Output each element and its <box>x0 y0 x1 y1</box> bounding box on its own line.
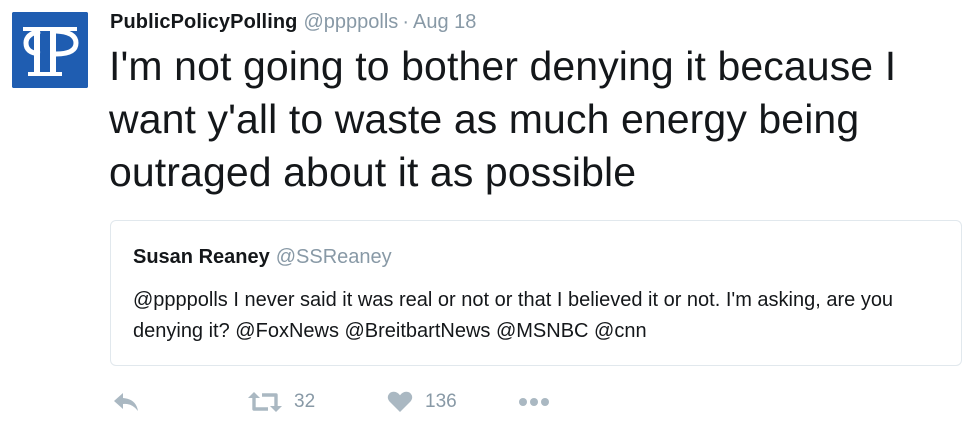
author-handle[interactable]: @ppppolls <box>304 11 399 33</box>
retweet-count: 32 <box>294 391 316 412</box>
quoted-tweet-text: @ppppolls I never said it was real or no… <box>133 289 894 342</box>
tweet: PublicPolicyPolling @ppppolls · Aug 18 I'm … <box>0 0 980 425</box>
quoted-tweet-header: Susan Reaney @SSReaney <box>133 245 392 269</box>
more-dots-icon <box>519 398 549 406</box>
quoted-author-name: Susan Reaney <box>133 246 270 268</box>
tweet-header: PublicPolicyPolling @ppppolls · Aug 18 <box>110 10 476 34</box>
quoted-tweet[interactable]: Susan Reaney @SSReaney @ppppolls I never … <box>110 220 962 366</box>
avatar[interactable] <box>12 12 88 88</box>
reply-icon <box>114 393 138 411</box>
reply-button[interactable] <box>112 384 140 420</box>
like-button[interactable]: 136 <box>387 384 457 420</box>
ppp-logo-icon <box>12 12 88 88</box>
header-separator: · <box>402 11 409 33</box>
like-count: 136 <box>425 391 457 412</box>
tweet-timestamp[interactable]: Aug 18 <box>413 11 476 33</box>
retweet-icon <box>248 392 282 412</box>
tweet-text: I'm not going to bother denying it becau… <box>109 43 897 195</box>
quoted-author-handle: @SSReaney <box>275 246 392 268</box>
tweet-actions: 32 136 <box>110 384 970 420</box>
more-button[interactable] <box>518 384 550 420</box>
retweet-button[interactable]: 32 <box>248 384 315 420</box>
author-name[interactable]: PublicPolicyPolling <box>110 11 298 33</box>
heart-icon <box>387 391 413 412</box>
